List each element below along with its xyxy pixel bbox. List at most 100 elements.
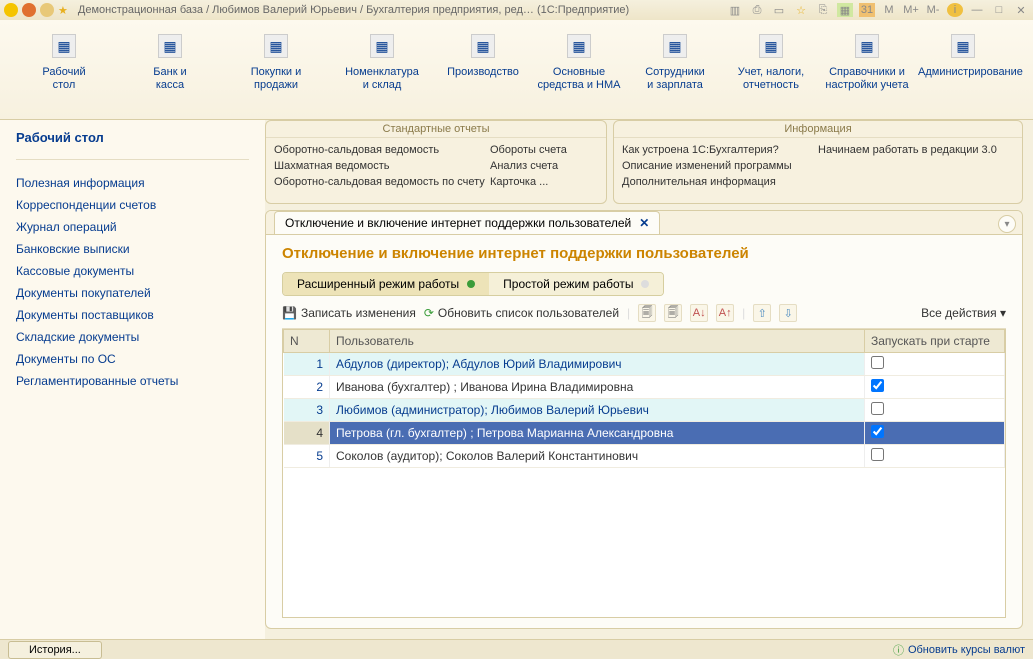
row-chk[interactable] (865, 422, 1005, 445)
dot-grey-icon (641, 280, 649, 288)
mode-extended[interactable]: Расширенный режим работы (283, 273, 489, 295)
mem-m[interactable]: M (881, 3, 897, 17)
close-icon[interactable]: ✕ (1013, 3, 1029, 17)
refresh-users-button[interactable]: ⟳ Обновить список пользователей (424, 306, 619, 320)
toolbar-icon: ▦ (855, 34, 879, 58)
table-row[interactable]: 1Абдулов (директор); Абдулов Юрий Владим… (284, 353, 1005, 376)
save-icon[interactable]: ▥ (727, 3, 743, 17)
row-n: 2 (284, 376, 330, 399)
mem-mminus[interactable]: M- (925, 3, 941, 17)
copy2-icon[interactable]: 🗐 (664, 304, 682, 322)
sidebar-link[interactable]: Журнал операций (16, 218, 249, 236)
startup-checkbox[interactable] (871, 402, 884, 415)
table-row[interactable]: 3Любимов (администратор); Любимов Валери… (284, 399, 1005, 422)
sidebar-link[interactable]: Складские документы (16, 328, 249, 346)
statusbar: История... ⓘ Обновить курсы валют (0, 639, 1033, 659)
table-row[interactable]: 5Соколов (аудитор); Соколов Валерий Конс… (284, 445, 1005, 468)
minimize-icon[interactable]: — (969, 3, 985, 17)
sidebar-link[interactable]: Полезная информация (16, 174, 249, 192)
row-chk[interactable] (865, 353, 1005, 376)
col-user[interactable]: Пользователь (330, 330, 865, 353)
down-icon[interactable]: ⇩ (779, 304, 797, 322)
mem-mplus[interactable]: M+ (903, 3, 919, 17)
print-icon[interactable]: ⎙ (749, 3, 765, 17)
mode-simple[interactable]: Простой режим работы (489, 273, 663, 295)
copy-icon[interactable]: 🗐 (638, 304, 656, 322)
box-link[interactable]: Описание изменений программы (622, 158, 818, 174)
active-tab[interactable]: Отключение и включение интернет поддержк… (274, 211, 660, 234)
calc-icon[interactable]: ▦ (837, 3, 853, 17)
col-start[interactable]: Запускать при старте (865, 330, 1005, 353)
history-button[interactable]: История... (8, 641, 102, 659)
box-link[interactable]: Анализ счета (490, 158, 598, 174)
info-box: Информация Как устроена 1С:Бухгалтерия?О… (613, 120, 1023, 204)
titlebar: ★ Демонстрационная база / Любимов Валери… (0, 0, 1033, 20)
sidebar-link[interactable]: Документы поставщиков (16, 306, 249, 324)
row-user: Абдулов (директор); Абдулов Юрий Владими… (330, 353, 865, 376)
startup-checkbox[interactable] (871, 356, 884, 369)
all-actions-button[interactable]: Все действия ▾ (921, 306, 1006, 320)
refresh-icon: ⟳ (424, 306, 434, 320)
maximize-icon[interactable]: □ (991, 3, 1007, 17)
sidebar-link[interactable]: Документы покупателей (16, 284, 249, 302)
table-row[interactable]: 4Петрова (гл. бухгалтер) ; Петрова Мариа… (284, 422, 1005, 445)
toolbar-item-3[interactable]: ▦Номенклатураи склад (332, 28, 432, 119)
expand-icon[interactable]: ▾ (998, 215, 1016, 233)
col-n[interactable]: N (284, 330, 330, 353)
app-icon (4, 3, 18, 17)
toolbar-item-7[interactable]: ▦Учет, налоги,отчетность (726, 28, 816, 119)
toolbar-item-5[interactable]: ▦Основныесредства и НМА (534, 28, 624, 119)
box-link[interactable]: Карточка ... (490, 174, 598, 190)
startup-checkbox[interactable] (871, 425, 884, 438)
sort-za-icon[interactable]: A↑ (716, 304, 734, 322)
startup-checkbox[interactable] (871, 448, 884, 461)
orb1-icon[interactable] (22, 3, 36, 17)
toolbar-item-4[interactable]: ▦Производство (438, 28, 528, 119)
star-icon[interactable]: ★ (58, 4, 68, 17)
update-rates-link[interactable]: ⓘ Обновить курсы валют (893, 642, 1025, 658)
toolbar-item-9[interactable]: ▦Администрирование (918, 28, 1008, 119)
orb2-icon[interactable] (40, 3, 54, 17)
info-small-icon: ⓘ (893, 642, 904, 658)
sidebar-link[interactable]: Банковские выписки (16, 240, 249, 258)
row-chk[interactable] (865, 445, 1005, 468)
toolbar-item-2[interactable]: ▦Покупки ипродажи (226, 28, 326, 119)
box-link[interactable]: Обороты счета (490, 142, 598, 158)
toolbar-item-1[interactable]: ▦Банк икасса (120, 28, 220, 119)
toolbar-icon: ▦ (567, 34, 591, 58)
toolbar-icon: ▦ (264, 34, 288, 58)
startup-checkbox[interactable] (871, 379, 884, 392)
info-title: Информация (614, 121, 1022, 138)
box-link[interactable]: Оборотно-сальдовая ведомость (274, 142, 490, 158)
toolbar-item-0[interactable]: ▦Рабочийстол (14, 28, 114, 119)
dot-green-icon (467, 280, 475, 288)
sidebar-title: Рабочий стол (16, 130, 249, 160)
row-chk[interactable] (865, 399, 1005, 422)
box-link[interactable]: Дополнительная информация (622, 174, 818, 190)
toolbar-item-8[interactable]: ▦Справочники инастройки учета (822, 28, 912, 119)
up-icon[interactable]: ⇧ (753, 304, 771, 322)
row-user: Любимов (администратор); Любимов Валерий… (330, 399, 865, 422)
box-link[interactable]: Шахматная ведомость (274, 158, 490, 174)
sidebar-link[interactable]: Регламентированные отчеты (16, 372, 249, 390)
table-row[interactable]: 2Иванова (бухгалтер) ; Иванова Ирина Вла… (284, 376, 1005, 399)
doc-icon[interactable]: ▭ (771, 3, 787, 17)
sort-az-icon[interactable]: A↓ (690, 304, 708, 322)
calendar-icon[interactable]: 31 (859, 3, 875, 17)
row-chk[interactable] (865, 376, 1005, 399)
window-title: Демонстрационная база / Любимов Валерий … (78, 4, 629, 16)
sidebar-link[interactable]: Кассовые документы (16, 262, 249, 280)
info-icon[interactable]: i (947, 3, 963, 17)
row-n: 4 (284, 422, 330, 445)
sidebar-link[interactable]: Документы по ОС (16, 350, 249, 368)
toolbar-item-6[interactable]: ▦Сотрудникии зарплата (630, 28, 720, 119)
save-changes-button[interactable]: 💾 Записать изменения (282, 306, 416, 320)
star2-icon[interactable]: ☆ (793, 3, 809, 17)
box-link[interactable]: Как устроена 1С:Бухгалтерия? (622, 142, 818, 158)
sidebar-link[interactable]: Корреспонденции счетов (16, 196, 249, 214)
toolbar-icon: ▦ (951, 34, 975, 58)
tab-close-icon[interactable]: ✕ (639, 216, 649, 230)
link-icon[interactable]: ⎘ (815, 3, 831, 17)
box-link[interactable]: Начинаем работать в редакции 3.0 (818, 142, 1014, 158)
box-link[interactable]: Оборотно-сальдовая ведомость по счету (274, 174, 490, 190)
